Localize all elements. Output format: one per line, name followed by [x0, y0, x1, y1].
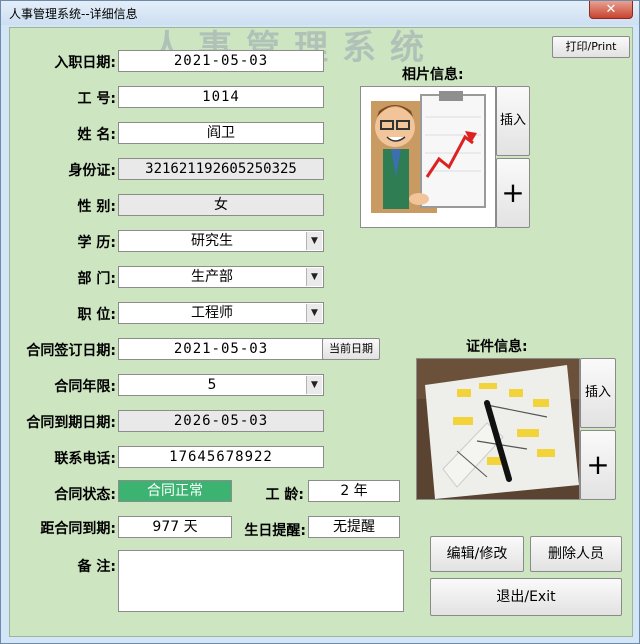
notes-label: 备 注:	[77, 559, 116, 575]
contract-end-date-field[interactable]: 2026-05-03	[118, 410, 324, 432]
position-select[interactable]: 工程师 ▼	[118, 302, 324, 324]
plus-icon: +	[501, 176, 525, 209]
edit-button[interactable]: 编辑/修改	[430, 536, 524, 572]
certificate-add-button[interactable]: +	[580, 430, 616, 500]
birthday-reminder-field[interactable]: 无提醒	[308, 516, 400, 538]
education-label: 学 历:	[77, 235, 116, 251]
position-value: 工程师	[191, 305, 233, 321]
photo-section-label: 相片信息:	[402, 67, 464, 83]
emp-no-label: 工 号:	[77, 91, 116, 107]
delete-employee-button[interactable]: 删除人员	[530, 536, 622, 572]
days-to-expiry-field[interactable]: 977 天	[118, 516, 232, 538]
phone-label: 联系电话:	[54, 451, 116, 467]
id-card-field[interactable]: 321621192605250325	[118, 158, 324, 180]
department-label: 部 门:	[77, 271, 116, 287]
today-button[interactable]: 当前日期	[322, 338, 380, 360]
phone-field[interactable]: 17645678922	[118, 446, 324, 468]
contract-years-select[interactable]: 5 ▼	[118, 374, 324, 396]
chevron-down-icon[interactable]: ▼	[306, 232, 322, 250]
emp-no-field[interactable]: 1014	[118, 86, 324, 108]
contract-sign-date-label: 合同签订日期:	[26, 343, 116, 359]
name-field[interactable]: 阎卫	[118, 122, 324, 144]
contract-end-date-label: 合同到期日期:	[26, 415, 116, 431]
gender-field[interactable]: 女	[118, 194, 324, 216]
contract-sign-date-field[interactable]: 2021-05-03	[118, 338, 324, 360]
employee-photo	[360, 86, 496, 228]
certificate-section-label: 证件信息:	[466, 339, 528, 355]
seniority-field[interactable]: 2 年	[308, 480, 400, 502]
exit-button[interactable]: 退出/Exit	[430, 578, 622, 616]
notes-textarea[interactable]	[118, 550, 404, 612]
chevron-down-icon[interactable]: ▼	[306, 376, 322, 394]
days-to-expiry-label: 距合同到期:	[40, 521, 116, 537]
birthday-reminder-label: 生日提醒:	[244, 523, 306, 539]
seniority-label: 工 龄:	[265, 487, 304, 503]
print-button[interactable]: 打印/Print	[552, 36, 630, 58]
chevron-down-icon[interactable]: ▼	[306, 304, 322, 322]
hire-date-label: 入职日期:	[54, 55, 116, 71]
photo-add-button[interactable]: +	[496, 158, 530, 228]
gender-label: 性 别:	[77, 199, 116, 215]
close-button[interactable]: ✕	[589, 1, 633, 19]
desk-notes-image	[417, 359, 579, 499]
position-label: 职 位:	[77, 307, 116, 323]
department-value: 生产部	[191, 269, 233, 285]
chevron-down-icon[interactable]: ▼	[306, 268, 322, 286]
contract-years-label: 合同年限:	[54, 379, 116, 395]
employee-detail-window: 人事管理系统--详细信息 ✕ 人事管理系统 打印/Print 入职日期: 202…	[0, 0, 640, 644]
detail-form: 人事管理系统 打印/Print 入职日期: 2021-05-03 工 号: 10…	[9, 27, 633, 637]
window-title: 人事管理系统--详细信息	[9, 7, 138, 21]
contract-status-label: 合同状态:	[54, 487, 116, 503]
photo-insert-button[interactable]: 插入	[496, 86, 530, 156]
education-select[interactable]: 研究生 ▼	[118, 230, 324, 252]
contract-status-badge: 合同正常	[118, 480, 232, 502]
certificate-photo	[416, 358, 580, 500]
certificate-insert-button[interactable]: 插入	[580, 358, 616, 428]
name-label: 姓 名:	[77, 127, 116, 143]
department-select[interactable]: 生产部 ▼	[118, 266, 324, 288]
id-card-label: 身份证:	[68, 163, 116, 179]
hire-date-field[interactable]: 2021-05-03	[118, 50, 324, 72]
education-value: 研究生	[191, 233, 233, 249]
contract-years-value: 5	[207, 377, 217, 393]
cartoon-presenter-image	[361, 87, 495, 227]
plus-icon: +	[586, 448, 610, 481]
